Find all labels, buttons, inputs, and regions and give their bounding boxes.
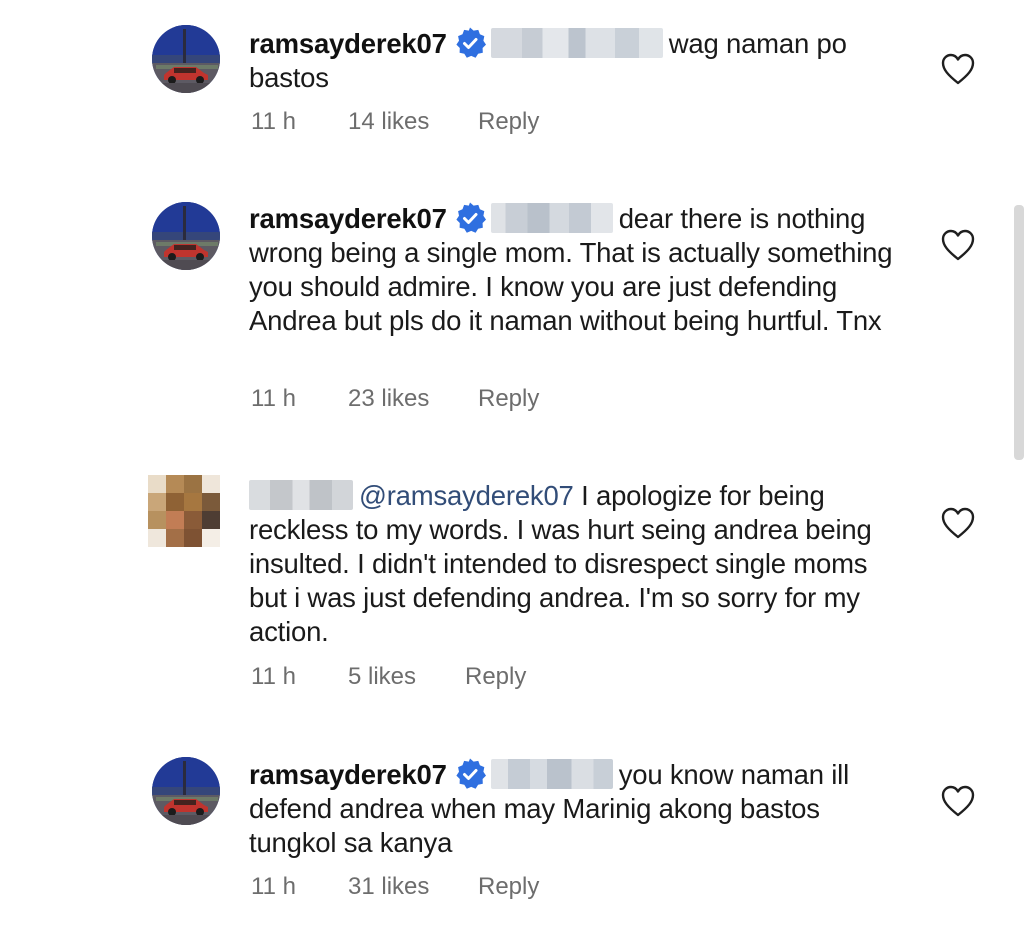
- avatar[interactable]: [152, 202, 220, 270]
- heart-outline-icon[interactable]: [940, 784, 976, 818]
- mention-link[interactable]: @ramsayderek07: [359, 480, 574, 511]
- verified-badge-icon: [453, 757, 487, 791]
- timestamp: 11 h: [251, 385, 296, 412]
- comment-meta: 11 h 31 likes Reply: [251, 873, 539, 901]
- comment-meta: 11 h 5 likes Reply: [251, 663, 526, 691]
- heart-outline-icon[interactable]: [940, 506, 976, 540]
- comment-body: ramsayderek07 dear there is nothing wrong…: [249, 201, 909, 338]
- timestamp: 11 h: [251, 663, 296, 690]
- likes-count[interactable]: 23 likes: [348, 385, 478, 413]
- timestamp: 11 h: [251, 108, 296, 135]
- username[interactable]: ramsayderek07: [249, 28, 447, 59]
- blurred-mention: [490, 28, 663, 58]
- timestamp: 11 h: [251, 873, 296, 900]
- verified-badge-icon: [453, 201, 487, 235]
- heart-outline-icon[interactable]: [940, 228, 976, 262]
- comment-body: @ramsayderek07 I apologize for being rec…: [249, 479, 909, 649]
- blurred-username: [249, 480, 353, 510]
- comment-meta: 11 h 14 likes Reply: [251, 108, 539, 136]
- likes-count[interactable]: 14 likes: [348, 108, 478, 136]
- comment-body: ramsayderek07 wag naman po bastos: [249, 26, 909, 95]
- avatar[interactable]: [152, 25, 220, 93]
- verified-badge-icon: [453, 26, 487, 60]
- heart-outline-icon[interactable]: [940, 52, 976, 86]
- blurred-mention: [490, 759, 613, 789]
- scrollbar[interactable]: [1014, 205, 1024, 460]
- reply-button[interactable]: Reply: [478, 108, 539, 136]
- avatar[interactable]: [152, 757, 220, 825]
- reply-button[interactable]: Reply: [478, 873, 539, 901]
- reply-button[interactable]: Reply: [465, 663, 526, 691]
- likes-count[interactable]: 5 likes: [348, 663, 465, 691]
- reply-button[interactable]: Reply: [478, 385, 539, 413]
- username[interactable]: ramsayderek07: [249, 759, 447, 790]
- comment-body: ramsayderek07 you know naman ill defend a…: [249, 757, 909, 860]
- avatar[interactable]: [148, 475, 220, 547]
- likes-count[interactable]: 31 likes: [348, 873, 478, 901]
- username[interactable]: ramsayderek07: [249, 203, 447, 234]
- comment-meta: 11 h 23 likes Reply: [251, 385, 539, 413]
- blurred-mention: [490, 203, 613, 233]
